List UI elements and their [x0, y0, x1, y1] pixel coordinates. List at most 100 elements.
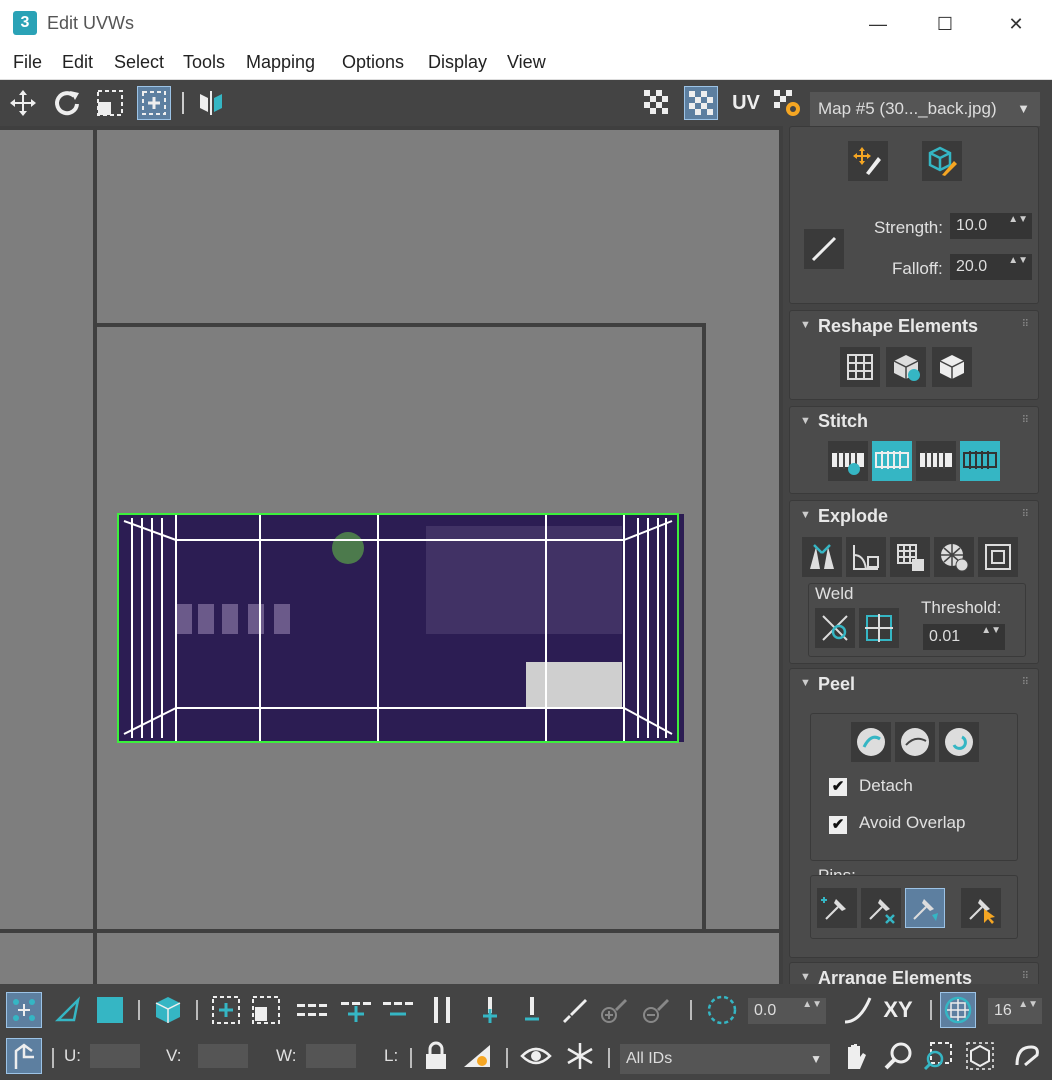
paint-move-button[interactable] — [848, 141, 888, 181]
threshold-spinner[interactable]: 0.01 ▲▼ — [923, 624, 1005, 650]
stitch-title[interactable]: Stitch — [818, 411, 868, 432]
select-pins-button[interactable] — [961, 888, 1001, 928]
peel-title[interactable]: Peel — [818, 674, 855, 695]
soft-selection-button[interactable] — [704, 992, 740, 1028]
drag-grip-icon[interactable]: ⠿ — [1022, 509, 1030, 520]
grow-loop-button[interactable] — [338, 992, 374, 1028]
close-button[interactable]: ✕ — [993, 7, 1039, 41]
stitch-to-target-button[interactable] — [960, 441, 1000, 481]
flatten-by-angle-button[interactable] — [846, 537, 886, 577]
quick-peel-button[interactable] — [851, 722, 891, 762]
break-button[interactable] — [802, 537, 842, 577]
checker-pattern-button[interactable] — [640, 86, 674, 120]
collapse-caret-icon[interactable]: ▼ — [800, 971, 811, 983]
mirror-tool-button[interactable] — [194, 86, 228, 120]
snap-grid-button[interactable] — [940, 992, 976, 1028]
weld-target-button[interactable] — [859, 608, 899, 648]
relax-settings-button[interactable] — [932, 347, 972, 387]
grow-selection-button[interactable] — [208, 992, 244, 1028]
scale-tool-button[interactable] — [93, 86, 127, 120]
freeze-button[interactable] — [562, 1038, 598, 1074]
lock-selection-button[interactable] — [418, 1038, 454, 1074]
flatten-by-material-button[interactable] — [978, 537, 1018, 577]
stitch-average-button[interactable] — [916, 441, 956, 481]
menu-edit[interactable]: Edit — [62, 52, 93, 73]
rotate-tool-button[interactable] — [50, 86, 84, 120]
paint-select-shrink-button[interactable] — [638, 992, 674, 1028]
stitch-to-source-button[interactable] — [872, 441, 912, 481]
loop-select-button[interactable] — [294, 992, 330, 1028]
ring-select-button[interactable] — [424, 992, 460, 1028]
menu-tools[interactable]: Tools — [183, 52, 225, 73]
paint-select-grow-button[interactable] — [596, 992, 632, 1028]
relax-brush-button[interactable] — [922, 141, 962, 181]
shrink-selection-button[interactable] — [248, 992, 284, 1028]
strength-spinner[interactable]: 10.0 ▲▼ — [950, 213, 1032, 239]
v-coordinate-field[interactable] — [198, 1044, 248, 1068]
u-coordinate-field[interactable] — [90, 1044, 140, 1068]
flatten-by-smoothing-button[interactable] — [934, 537, 974, 577]
flatten-by-polygon-button[interactable] — [890, 537, 930, 577]
menu-view[interactable]: View — [507, 52, 546, 73]
freeform-tool-button[interactable] — [137, 86, 171, 120]
minimize-button[interactable]: — — [855, 7, 901, 41]
reshape-elements-title[interactable]: Reshape Elements — [818, 316, 978, 337]
shrink-ring-button[interactable] — [514, 992, 550, 1028]
absolute-offset-toggle[interactable] — [6, 1038, 42, 1074]
collapse-caret-icon[interactable]: ▼ — [800, 319, 811, 331]
zoom-to-gizmo-button[interactable] — [1008, 1038, 1044, 1074]
zoom-extents-button[interactable] — [962, 1038, 998, 1074]
arrange-elements-title[interactable]: Arrange Elements — [818, 968, 972, 984]
move-tool-button[interactable] — [6, 86, 40, 120]
pin-selected-button[interactable] — [817, 888, 857, 928]
w-coordinate-field[interactable] — [306, 1044, 356, 1068]
falloff-spinner[interactable]: 20.0 ▲▼ — [950, 254, 1032, 280]
menu-display[interactable]: Display — [428, 52, 487, 73]
collapse-caret-icon[interactable]: ▼ — [800, 677, 811, 689]
collapse-caret-icon[interactable]: ▼ — [800, 415, 811, 427]
material-id-dropdown[interactable]: All IDs ▼ — [620, 1044, 830, 1074]
avoid-overlap-checkbox[interactable]: ✔ — [829, 816, 847, 834]
detach-checkbox[interactable]: ✔ — [829, 778, 847, 796]
zoom-button[interactable] — [880, 1038, 916, 1074]
menu-mapping[interactable]: Mapping — [246, 52, 315, 73]
drag-grip-icon[interactable]: ⠿ — [1022, 319, 1030, 330]
menu-select[interactable]: Select — [114, 52, 164, 73]
map-settings-button[interactable] — [770, 86, 804, 120]
map-dropdown[interactable]: Map #5 (30..._back.jpg) ▼ — [810, 92, 1040, 126]
soft-falloff-spinner[interactable]: 0.0 ▲▼ — [748, 998, 826, 1024]
hide-button[interactable] — [460, 1038, 496, 1074]
show-button[interactable] — [518, 1038, 554, 1074]
vertex-mode-button[interactable] — [6, 992, 42, 1028]
collapse-caret-icon[interactable]: ▼ — [800, 509, 811, 521]
menu-options[interactable]: Options — [342, 52, 404, 73]
drag-grip-icon[interactable]: ⠿ — [1022, 415, 1030, 426]
maximize-button[interactable]: ☐ — [922, 7, 968, 41]
show-map-button[interactable] — [684, 86, 718, 120]
straighten-button[interactable] — [840, 347, 880, 387]
uv-editor-canvas[interactable] — [0, 126, 783, 984]
falloff-space-button[interactable]: XY — [880, 992, 916, 1028]
element-mode-button[interactable] — [150, 992, 186, 1028]
weld-selected-button[interactable] — [815, 608, 855, 648]
drag-grip-icon[interactable]: ⠿ — [1022, 971, 1030, 982]
edge-mode-button[interactable] — [50, 992, 86, 1028]
brush-shape-button[interactable] — [804, 229, 844, 269]
stitch-custom-button[interactable] — [828, 441, 868, 481]
face-mode-button[interactable] — [92, 992, 128, 1028]
explode-title[interactable]: Explode — [818, 506, 888, 527]
shrink-loop-button[interactable] — [380, 992, 416, 1028]
auto-pin-button[interactable] — [905, 888, 945, 928]
falloff-curve-button[interactable] — [840, 992, 876, 1028]
peel-reset-button[interactable] — [939, 722, 979, 762]
unpin-selected-button[interactable] — [861, 888, 901, 928]
drag-grip-icon[interactable]: ⠿ — [1022, 677, 1030, 688]
grid-size-spinner[interactable]: 16 ▲▼ — [988, 998, 1042, 1024]
relax-button[interactable] — [886, 347, 926, 387]
grow-ring-button[interactable] — [472, 992, 508, 1028]
zoom-region-button[interactable] — [920, 1038, 956, 1074]
menu-file[interactable]: File — [13, 52, 42, 73]
paint-select-button[interactable] — [556, 992, 592, 1028]
peel-mode-button[interactable] — [895, 722, 935, 762]
pan-button[interactable] — [838, 1038, 874, 1074]
